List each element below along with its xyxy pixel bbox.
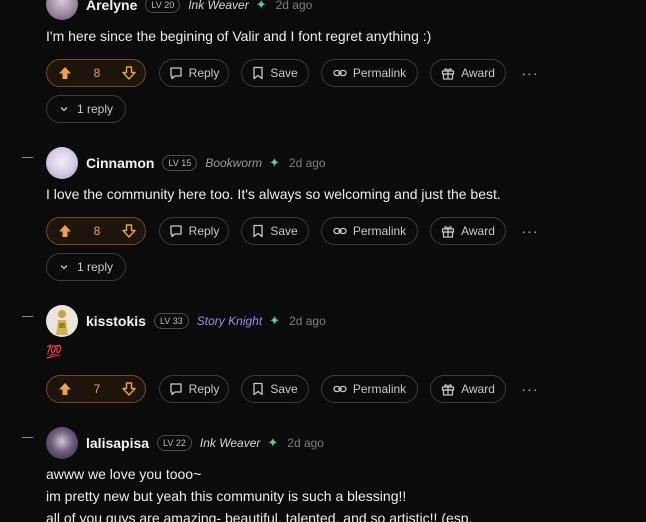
vote-count: 7 — [93, 382, 101, 396]
permalink-button[interactable]: Permalink — [321, 375, 418, 403]
link-icon — [333, 385, 347, 393]
chevron-down-icon — [60, 107, 68, 112]
reply-label: Reply — [188, 224, 220, 238]
timestamp: 2d ago — [288, 156, 326, 170]
link-icon — [333, 227, 347, 235]
view-replies-button[interactable]: 1 reply — [46, 95, 127, 123]
permalink-label: Permalink — [352, 66, 407, 80]
reply-label: Reply — [188, 382, 220, 396]
sparkle-icon: ✦ — [269, 313, 281, 328]
collapse-thread-button[interactable] — [22, 157, 33, 158]
level-badge: LV 15 — [162, 155, 198, 171]
vote-control: 8 — [46, 217, 146, 245]
award-button[interactable]: Award — [430, 375, 506, 403]
bookmark-icon — [253, 224, 263, 238]
comment-text-line: all of you guys are amazing- beautiful, … — [46, 510, 473, 522]
view-replies-button[interactable]: 1 reply — [46, 253, 127, 281]
award-label: Award — [461, 224, 495, 238]
award-label: Award — [461, 382, 495, 396]
downvote-icon[interactable] — [122, 224, 136, 238]
comment-text: I love the community here too. It's alwa… — [46, 186, 501, 202]
comment-text-line: awww we love you tooo~ — [46, 466, 202, 482]
action-bar: 8 Reply Save Permalink Award ··· — [46, 59, 542, 87]
link-icon — [333, 69, 347, 77]
comment-text: I'm here since the begining of Valir and… — [46, 28, 432, 44]
avatar[interactable] — [46, 427, 78, 459]
bookmark-icon — [253, 66, 263, 80]
reply-button[interactable]: Reply — [159, 375, 229, 403]
timestamp: 2d ago — [275, 0, 313, 12]
chevron-down-icon — [60, 265, 68, 270]
vote-control: 7 — [46, 375, 146, 403]
reply-button[interactable]: Reply — [159, 59, 229, 87]
level-badge: LV 22 — [157, 435, 192, 451]
comment-icon — [170, 225, 182, 238]
avatar-figure — [56, 310, 68, 335]
award-button[interactable]: Award — [430, 217, 506, 245]
save-label: Save — [270, 382, 298, 396]
collapse-thread-button[interactable] — [22, 437, 33, 438]
username[interactable]: Arelyne — [86, 0, 137, 13]
comment-icon — [170, 383, 182, 396]
permalink-button[interactable]: Permalink — [321, 59, 418, 87]
permalink-button[interactable]: Permalink — [321, 217, 418, 245]
sparkle-icon: ✦ — [267, 435, 279, 450]
avatar[interactable] — [46, 0, 78, 20]
timestamp: 2d ago — [287, 436, 324, 450]
replies-label: 1 reply — [77, 260, 114, 274]
more-options-icon[interactable]: ··· — [518, 59, 542, 87]
upvote-icon[interactable] — [58, 382, 72, 396]
comment-text-line: im pretty new but yeah this community is… — [46, 488, 407, 504]
save-button[interactable]: Save — [241, 375, 309, 403]
vote-control: 8 — [46, 59, 146, 87]
sparkle-icon: ✦ — [269, 155, 280, 170]
avatar[interactable] — [46, 147, 78, 179]
save-button[interactable]: Save — [241, 217, 309, 245]
user-flair: Bookworm — [205, 156, 262, 170]
action-bar: 7 Reply Save Permalink Award ··· — [46, 375, 542, 403]
reply-label: Reply — [188, 66, 220, 80]
comment-text: 💯 — [46, 344, 63, 359]
downvote-icon[interactable] — [122, 382, 136, 396]
comment-icon — [170, 67, 182, 80]
timestamp: 2d ago — [289, 314, 326, 328]
award-button[interactable]: Award — [430, 59, 506, 87]
username[interactable]: Cinnamon — [86, 155, 154, 171]
collapse-thread-button[interactable] — [22, 316, 33, 317]
more-options-icon[interactable]: ··· — [518, 375, 542, 403]
username[interactable]: lalisapisa — [86, 435, 149, 451]
username[interactable]: kisstokis — [86, 313, 146, 329]
vote-count: 8 — [93, 66, 101, 80]
save-button[interactable]: Save — [241, 59, 309, 87]
save-label: Save — [270, 224, 298, 238]
permalink-label: Permalink — [352, 224, 407, 238]
avatar[interactable] — [46, 305, 78, 337]
upvote-icon[interactable] — [58, 224, 72, 238]
vote-count: 8 — [93, 224, 101, 238]
user-flair: Ink Weaver — [199, 436, 261, 450]
downvote-icon[interactable] — [122, 66, 136, 80]
gift-icon — [441, 68, 455, 80]
level-badge: LV 20 — [145, 0, 181, 13]
user-flair: Ink Weaver — [188, 0, 249, 12]
bookmark-icon — [253, 382, 263, 396]
permalink-label: Permalink — [352, 382, 407, 396]
gift-icon — [441, 226, 455, 238]
reply-button[interactable]: Reply — [159, 217, 229, 245]
upvote-icon[interactable] — [58, 66, 72, 80]
level-badge: LV 33 — [153, 313, 189, 329]
user-flair: Story Knight — [196, 314, 263, 328]
action-bar: 8 Reply Save Permalink Award ··· — [46, 217, 542, 245]
more-options-icon[interactable]: ··· — [518, 217, 542, 245]
save-label: Save — [270, 66, 298, 80]
award-label: Award — [461, 66, 495, 80]
gift-icon — [441, 384, 455, 396]
sparkle-icon: ✦ — [255, 0, 267, 12]
replies-label: 1 reply — [77, 102, 114, 116]
